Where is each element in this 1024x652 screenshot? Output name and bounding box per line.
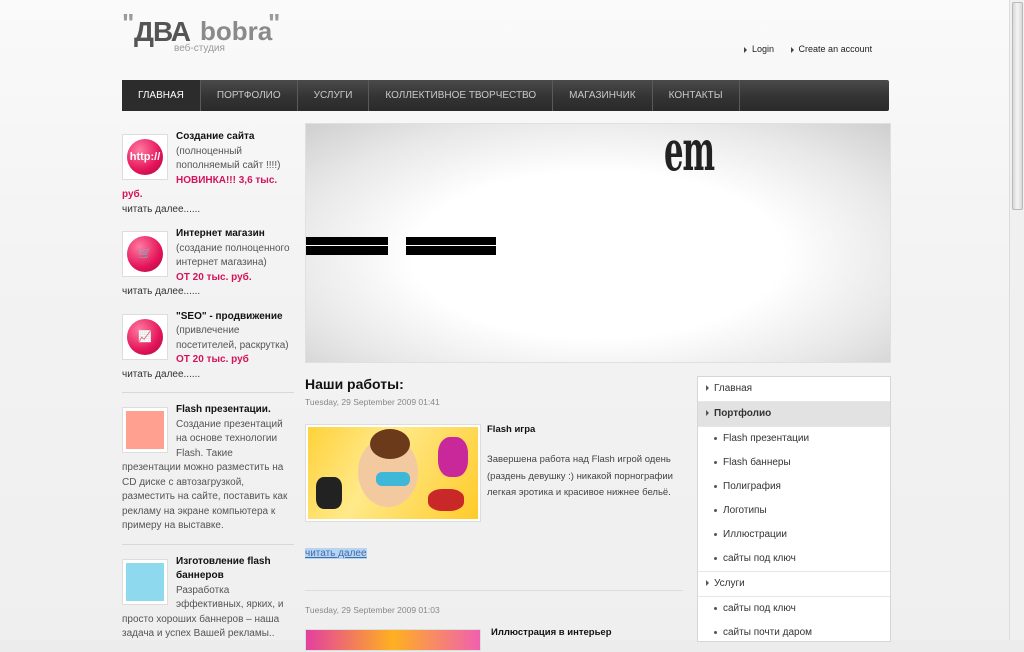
arrow-icon [706,410,709,417]
top-links: Login Create an account [744,44,886,54]
flash-thumb[interactable] [122,558,168,605]
read-more-link[interactable]: читать далее [305,548,367,559]
bullet-icon [714,508,717,512]
menu-item-portfolio[interactable]: Портфолио [698,402,890,427]
flash-game-illustration [308,427,478,519]
flash-banners: Изготовление flash баннеров Разработка э… [122,555,294,642]
service-seo: 📈 "SEO" - продвижение (привлечение посет… [122,310,294,383]
work-item: Flash игра Завершена работа над Flash иг… [305,424,685,524]
banner-bar [406,237,496,255]
scrollbar-thumb[interactable] [1012,2,1023,210]
arrow-icon [706,385,709,392]
read-more-link[interactable]: читать далее...... [122,203,294,218]
submenu-item[interactable]: Иллюстрации [698,523,890,547]
section-heading: Наши работы: [305,376,404,392]
service-thumb[interactable]: 📈 [122,313,168,360]
nav-item-shop[interactable]: МАГАЗИНЧИК [553,80,653,111]
read-more-link[interactable]: читать далее...... [122,368,294,383]
nav-item-collective[interactable]: КОЛЛЕКТИВНОЕ ТВОРЧЕСТВО [369,80,554,111]
logo-quote-close: " [268,8,281,38]
logo-subtitle: веб-студия [174,43,225,54]
post-date: Tuesday, 29 September 2009 01:03 [305,605,440,615]
menu-item-services[interactable]: Услуги [698,572,890,597]
nav-item-services[interactable]: УСЛУГИ [298,80,370,111]
work-description: Завершена работа над Flash игрой одень (… [487,454,673,498]
menu-item-home[interactable]: Главная [698,377,890,402]
arrow-icon [706,580,709,587]
service-shop: 🛒 Интернет магазин (создание полноценног… [122,227,294,300]
right-menu: Главная Портфолио Flash презентации Flas… [697,376,891,642]
submenu-label: Иллюстрации [723,529,787,540]
submenu-item[interactable]: Полиграфия [698,475,890,499]
submenu-item[interactable]: сайты почти даром [698,621,890,645]
post-date: Tuesday, 29 September 2009 01:41 [305,397,440,407]
bullet-icon [714,556,717,560]
bullet-icon [714,532,717,536]
square-icon [126,562,164,601]
login-link[interactable]: Login [752,44,774,54]
submenu-item[interactable]: Логотипы [698,499,890,523]
submenu-item[interactable]: сайты под ключ [698,597,890,621]
site-logo[interactable]: " ДВА bobra " веб-студия [122,8,282,56]
submenu-label: сайты под ключ [723,603,796,614]
banner-bar [306,237,388,255]
submenu-label: сайты почти даром [723,627,812,638]
arrow-icon [790,46,794,53]
menu-label: Портфолио [714,408,772,419]
bullet-icon [714,436,717,440]
flash-thumb[interactable] [122,407,168,453]
nav-item-contacts[interactable]: КОНТАКТЫ [653,80,740,111]
bullet-icon [714,484,717,488]
submenu-label: сайты под ключ [723,553,796,564]
page-scrollbar[interactable] [1009,0,1024,640]
chart-icon: 📈 [127,318,163,355]
menu-label: Услуги [714,578,745,589]
submenu-label: Полиграфия [723,481,781,492]
work-image[interactable] [305,424,481,522]
work-title[interactable]: Иллюстрация в интерьер [491,627,612,638]
arrow-icon [744,46,747,53]
read-more-link[interactable]: читать далее...... [122,285,294,300]
logo-quote-open: " [122,8,135,38]
main-nav: ГЛАВНАЯ ПОРТФОЛИО УСЛУГИ КОЛЛЕКТИВНОЕ ТВ… [122,80,889,111]
nav-item-home[interactable]: ГЛАВНАЯ [122,80,201,111]
service-website: http:// Создание сайта (полноценный попо… [122,130,294,217]
submenu-item[interactable]: сайты под ключ [698,547,890,572]
left-sidebar: http:// Создание сайта (полноценный попо… [122,130,294,652]
service-thumb[interactable]: 🛒 [122,231,168,277]
create-account-link[interactable]: Create an account [799,44,873,54]
nav-item-portfolio[interactable]: ПОРТФОЛИО [201,80,298,111]
flash-banner[interactable]: em [305,123,891,363]
divider [305,590,683,591]
cart-icon: 🛒 [127,236,163,272]
divider [122,392,294,393]
flash-presentations: Flash презентации. Создание презентаций … [122,403,294,534]
divider [122,543,294,545]
square-icon [126,411,164,449]
bullet-icon [714,460,717,464]
submenu-item[interactable]: Flash презентации [698,427,890,451]
service-thumb[interactable]: http:// [122,134,168,180]
http-icon: http:// [127,139,163,175]
bullet-icon [714,630,717,634]
work-title[interactable]: Flash игра [487,424,535,435]
submenu-label: Flash презентации [723,433,810,444]
submenu-label: Логотипы [723,505,767,516]
submenu-item[interactable]: Flash баннеры [698,451,890,475]
bullet-icon [714,606,717,610]
submenu-label: Flash баннеры [723,457,791,468]
banner-text: em [664,123,715,184]
work-image[interactable] [305,629,481,651]
menu-label: Главная [714,383,753,394]
main-content: Наши работы: Tuesday, 29 September 2009 … [305,376,685,651]
